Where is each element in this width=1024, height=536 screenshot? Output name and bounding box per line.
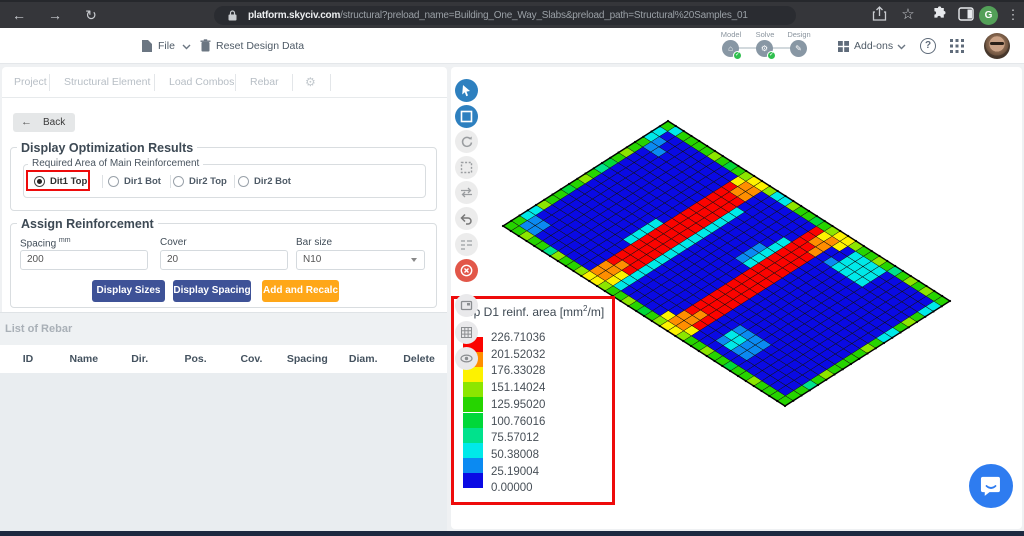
grid-icon — [459, 325, 474, 340]
window-icon — [459, 298, 474, 313]
visibility-tool[interactable] — [455, 347, 478, 370]
chat-launcher[interactable] — [969, 464, 1013, 508]
chat-icon — [980, 475, 1002, 497]
grid-toggle-tool[interactable] — [455, 321, 478, 344]
annotation-box-radio — [26, 170, 90, 191]
eye-icon — [459, 351, 474, 366]
snapshot-tool[interactable] — [455, 294, 478, 317]
